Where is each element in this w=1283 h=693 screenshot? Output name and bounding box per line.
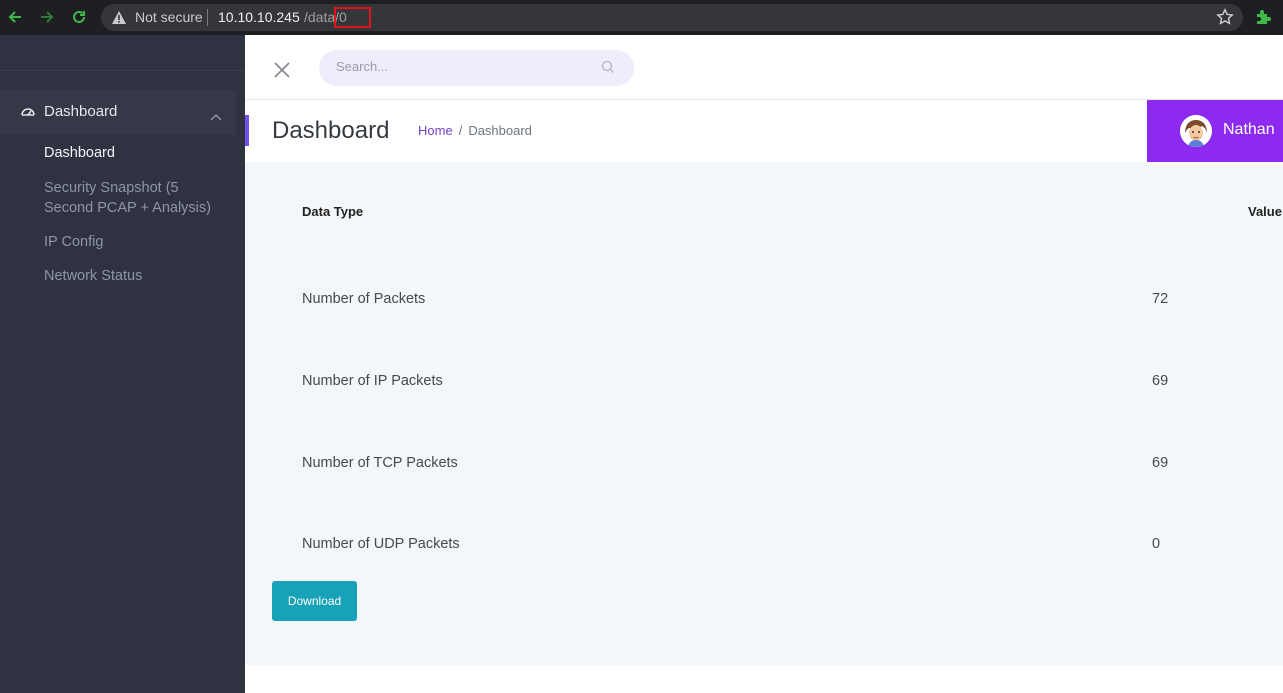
search-icon[interactable] [601, 60, 615, 79]
breadcrumb-current: Dashboard [468, 123, 532, 138]
chevron-up-icon[interactable] [210, 108, 222, 126]
breadcrumb-separator: / [458, 123, 463, 138]
extension-puzzle-icon[interactable] [1254, 8, 1272, 31]
table-cell-type: Number of IP Packets [302, 373, 443, 389]
sidebar-item-label-line2: Second PCAP + Analysis) [44, 200, 211, 216]
page-title: Dashboard [272, 117, 390, 144]
page-header: Dashboard Home / Dashboard Nathan [245, 100, 1283, 162]
table-cell-value: 69 [1152, 455, 1169, 471]
sidebar-item-security-snapshot[interactable]: Security Snapshot (5 Second PCAP + Analy… [44, 178, 211, 218]
sidebar-header [0, 35, 245, 71]
table-cell-value: 0 [1152, 536, 1161, 552]
user-name: Nathan [1223, 121, 1275, 138]
avatar [1180, 115, 1212, 147]
address-bar[interactable]: Not secure 10.10.10.245 /data/ 0 [101, 4, 1243, 31]
url-id-highlight: 0 [334, 7, 371, 28]
dashboard-gauge-icon [20, 104, 36, 123]
table-cell-value: 69 [1152, 373, 1169, 389]
table-cell-type: Number of TCP Packets [302, 455, 458, 471]
forward-arrow-icon[interactable] [36, 6, 58, 28]
top-bar [245, 35, 1283, 100]
table-header-value: Value [1248, 204, 1282, 219]
page-header-accent [245, 115, 249, 146]
url-host: 10.10.10.245 [218, 9, 300, 25]
user-menu[interactable]: Nathan [1147, 100, 1283, 162]
reload-icon[interactable] [68, 6, 90, 28]
security-label[interactable]: Not secure [135, 9, 203, 25]
main-content: Dashboard Home / Dashboard Nathan Data Typ… [245, 35, 1283, 693]
sidebar-group-label: Dashboard [44, 103, 118, 120]
close-icon[interactable] [273, 61, 291, 84]
browser-toolbar: Not secure 10.10.10.245 /data/ 0 [0, 0, 1283, 35]
breadcrumb: Home / Dashboard [418, 123, 532, 138]
breadcrumb-home-link[interactable]: Home [418, 123, 453, 138]
star-icon[interactable] [1216, 8, 1234, 31]
sidebar: Dashboard Dashboard Security Snapshot (5… [0, 35, 245, 693]
sidebar-item-label: Security Snapshot (5 [44, 180, 179, 196]
warning-icon [111, 10, 127, 30]
url-divider [207, 9, 208, 26]
sidebar-group-dashboard[interactable]: Dashboard [0, 90, 236, 135]
back-arrow-icon[interactable] [4, 6, 26, 28]
sidebar-item-network-status[interactable]: Network Status [44, 266, 142, 286]
search-input[interactable] [336, 59, 596, 74]
table-cell-value: 72 [1152, 291, 1169, 307]
search-box [319, 50, 634, 86]
footer [245, 665, 1283, 693]
table-header-type: Data Type [302, 204, 364, 219]
download-button[interactable]: Download [272, 581, 357, 621]
sidebar-item-ip-config[interactable]: IP Config [44, 232, 103, 252]
sidebar-item-dashboard[interactable]: Dashboard [44, 143, 115, 163]
table-cell-type: Number of UDP Packets [302, 536, 460, 552]
table-cell-type: Number of Packets [302, 291, 426, 307]
